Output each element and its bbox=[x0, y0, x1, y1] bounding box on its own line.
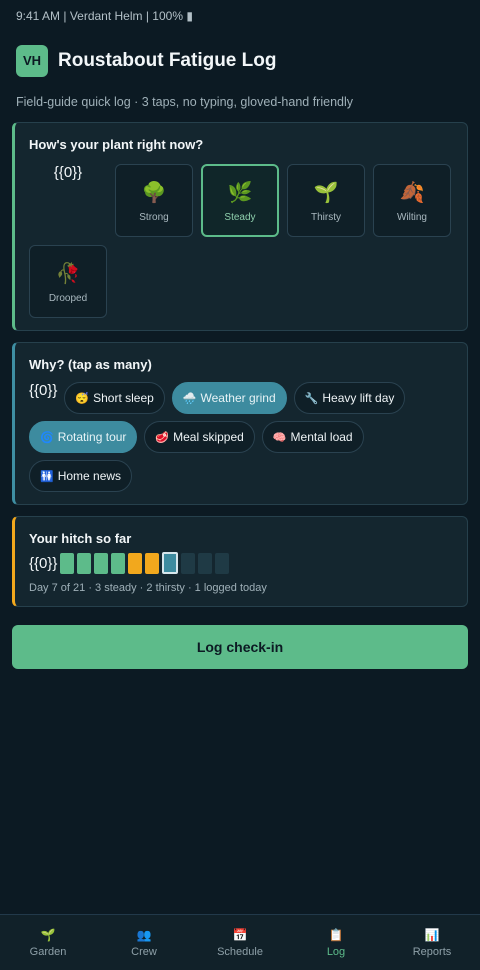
day-block-steady bbox=[111, 552, 126, 574]
day-block-thirsty bbox=[145, 552, 160, 574]
day-block-empty bbox=[215, 552, 230, 574]
chip-label: Heavy lift day bbox=[322, 391, 395, 405]
brain-icon: 🧠 bbox=[272, 431, 287, 444]
day-block-empty bbox=[198, 552, 213, 574]
day-block-steady bbox=[60, 552, 75, 574]
template-placeholder: {{0}} bbox=[53, 164, 83, 181]
chip-label: Weather grind bbox=[200, 391, 276, 405]
calendar-icon: 📅 bbox=[232, 928, 248, 942]
tab-crew[interactable]: 👥 Crew bbox=[96, 915, 192, 970]
plant-option-label: Thirsty bbox=[311, 212, 341, 223]
plant-option-strong[interactable]: 🌳 Strong bbox=[115, 164, 193, 237]
rain-cloud-icon: 🌧️ bbox=[182, 392, 197, 405]
chip-label: Rotating tour bbox=[57, 430, 127, 444]
plant-option-thirsty[interactable]: 🌱 Thirsty bbox=[287, 164, 365, 237]
tab-label: Reports bbox=[412, 946, 452, 958]
herb-icon: 🌿 bbox=[227, 182, 253, 204]
day-block-steady bbox=[77, 552, 92, 574]
meat-icon: 🥩 bbox=[155, 431, 170, 444]
tree-icon: 🌳 bbox=[141, 182, 167, 204]
avatar[interactable]: VH bbox=[16, 44, 48, 77]
sleepy-face-icon: 😴 bbox=[75, 392, 90, 405]
tab-label: Crew bbox=[131, 946, 157, 958]
page-subtitle: Field-guide quick log · 3 taps, no typin… bbox=[16, 95, 354, 109]
reasons-card-title: Why? (tap as many) bbox=[29, 357, 152, 372]
day-blocks bbox=[60, 552, 232, 574]
chip-label: Home news bbox=[57, 469, 122, 483]
clipboard-icon: 📋 bbox=[328, 928, 344, 942]
log-check-in-button[interactable]: Log check-in bbox=[12, 625, 468, 669]
chip-rotating-tour[interactable]: 🌀 Rotating tour bbox=[29, 421, 138, 453]
chip-home-news[interactable]: 🚻 Home news bbox=[29, 460, 133, 492]
plant-option-wilting[interactable]: 🍂 Wilting bbox=[373, 164, 451, 237]
bar-chart-icon: 📊 bbox=[424, 928, 440, 942]
hitch-card-title: Your hitch so far bbox=[29, 531, 132, 546]
day-block-today bbox=[162, 552, 179, 574]
plant-option-label: Drooped bbox=[48, 293, 88, 304]
chip-weather-grind[interactable]: 🌧️ Weather grind bbox=[171, 382, 287, 414]
template-placeholder: {{0}} bbox=[29, 554, 58, 572]
fallen-leaf-icon: 🍂 bbox=[399, 182, 425, 204]
plant-option-drooped[interactable]: 🥀 Drooped bbox=[29, 245, 107, 318]
chip-short-sleep[interactable]: 😴 Short sleep bbox=[64, 382, 165, 414]
wrench-icon: 🔧 bbox=[304, 392, 319, 405]
chip-label: Mental load bbox=[290, 430, 353, 444]
tab-label: Garden bbox=[29, 946, 67, 958]
plant-options: {{0}} 🌳 Strong 🌿 Steady 🌱 Thirsty 🍂 Wilt… bbox=[29, 164, 453, 318]
page-title: Roustabout Fatigue Log bbox=[58, 49, 277, 71]
plant-option-label: Strong bbox=[139, 212, 169, 223]
plant-option-label: Wilting bbox=[396, 212, 427, 223]
bottom-tab-bar: 🌱 Garden 👥 Crew 📅 Schedule 📋 Log 📊 Repor… bbox=[0, 914, 480, 970]
app-header: VH Roustabout Fatigue Log bbox=[0, 32, 480, 80]
wilted-flower-icon: 🥀 bbox=[55, 263, 81, 285]
family-icon: 🚻 bbox=[40, 470, 54, 483]
seedling-icon: 🌱 bbox=[40, 928, 56, 942]
status-bar: 9:41 AM | Verdant Helm | 100% ▮ bbox=[0, 0, 480, 32]
day-block-thirsty bbox=[128, 552, 143, 574]
day-block-steady bbox=[94, 552, 109, 574]
plant-option-steady[interactable]: 🌿 Steady bbox=[201, 164, 279, 237]
reasons-card: Why? (tap as many) {{0}} 😴 Short sleep 🌧… bbox=[12, 342, 468, 505]
hitch-day-strip: {{0}} bbox=[29, 552, 453, 574]
seedling-icon: 🌱 bbox=[313, 182, 339, 204]
chip-meal-skipped[interactable]: 🥩 Meal skipped bbox=[144, 421, 255, 453]
tab-garden[interactable]: 🌱 Garden bbox=[0, 915, 96, 970]
chip-mental-load[interactable]: 🧠 Mental load bbox=[261, 421, 364, 453]
chip-heavy-lift-day[interactable]: 🔧 Heavy lift day bbox=[293, 382, 406, 414]
chip-label: Meal skipped bbox=[173, 430, 244, 444]
day-block-empty bbox=[181, 552, 196, 574]
chip-label: Short sleep bbox=[93, 391, 154, 405]
tab-schedule[interactable]: 📅 Schedule bbox=[192, 915, 288, 970]
hitch-summary: Day 7 of 21 · 3 steady · 2 thirsty · 1 l… bbox=[29, 582, 267, 594]
tab-label: Schedule bbox=[217, 946, 263, 958]
plant-status-card: How's your plant right now? {{0}} 🌳 Stro… bbox=[12, 122, 468, 331]
tab-label: Log bbox=[326, 946, 346, 958]
plant-option-label: Steady bbox=[224, 212, 256, 223]
hitch-progress-card: Your hitch so far {{0}} Day 7 of 21 · 3 … bbox=[12, 516, 468, 607]
status-text: 9:41 AM | Verdant Helm | 100% ▮ bbox=[16, 9, 193, 23]
plant-card-title: How's your plant right now? bbox=[29, 137, 204, 152]
cyclone-icon: 🌀 bbox=[40, 431, 54, 444]
tab-log[interactable]: 📋 Log bbox=[288, 915, 384, 970]
template-placeholder: {{0}} bbox=[29, 382, 58, 399]
people-icon: 👥 bbox=[136, 928, 152, 942]
reason-chips: {{0}} 😴 Short sleep 🌧️ Weather grind 🔧 H… bbox=[29, 382, 453, 492]
tab-reports[interactable]: 📊 Reports bbox=[384, 915, 480, 970]
